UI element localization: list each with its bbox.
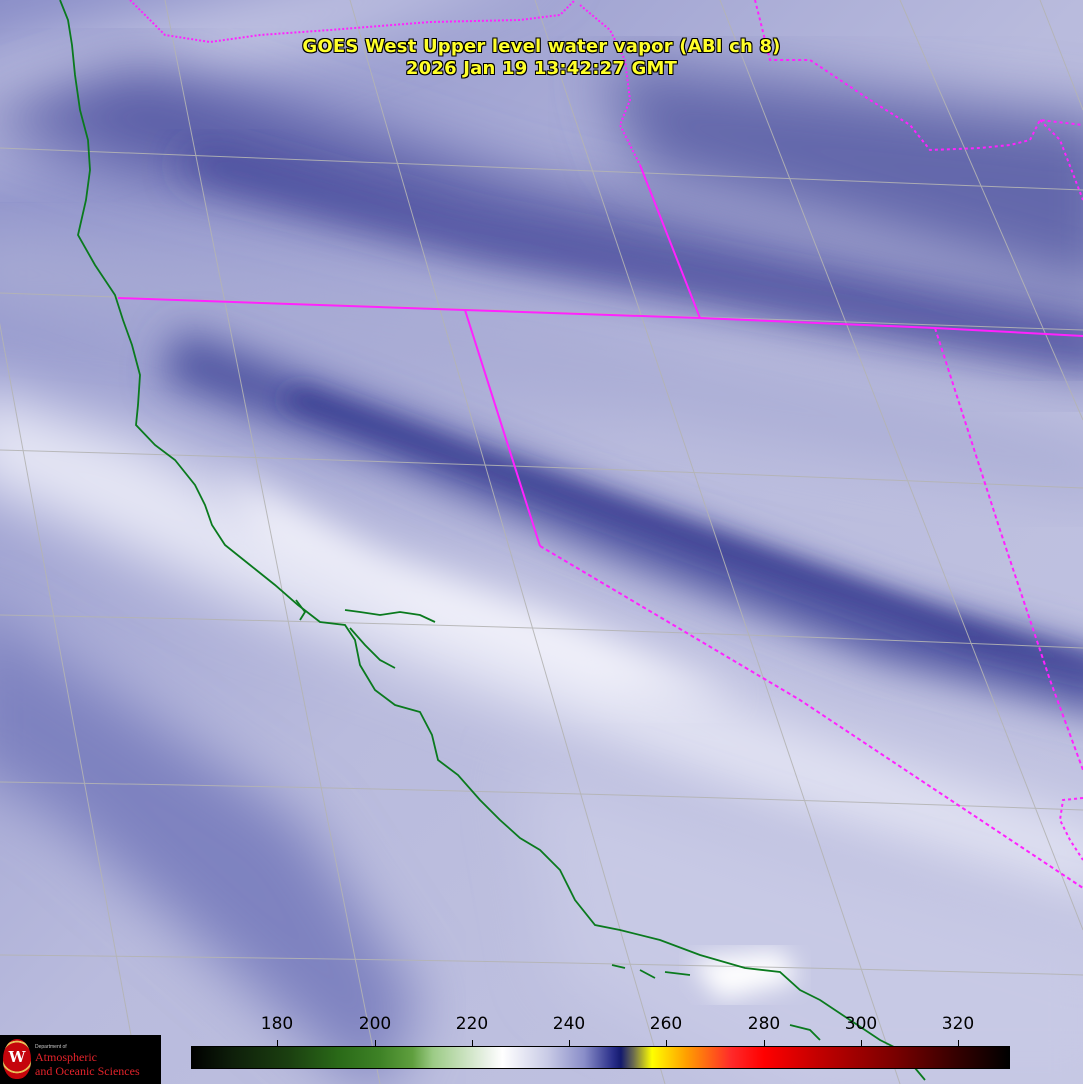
colorbar-tick-mark (861, 1040, 862, 1046)
aos-logo: W Department of Atmospheric and Oceanic … (0, 1035, 161, 1084)
colorbar-tick-label: 180 (260, 1014, 294, 1034)
colorbar (191, 1046, 1010, 1069)
colorbar-tick-label: 320 (941, 1014, 975, 1034)
colorbar-tick-mark (764, 1040, 765, 1046)
colorbar-tick-label: 300 (844, 1014, 878, 1034)
colorbar-tick-mark (569, 1040, 570, 1046)
colorbar-tick-mark (472, 1040, 473, 1046)
colorbar-tick-mark (277, 1040, 278, 1046)
colorbar-tick-label: 200 (358, 1014, 392, 1034)
colorbar-tick-mark (375, 1040, 376, 1046)
image-title: GOES West Upper level water vapor (ABI c… (302, 36, 781, 57)
logo-line1: Atmospheric (35, 1050, 97, 1064)
colorbar-tick-mark (958, 1040, 959, 1046)
colorbar-tick-label: 260 (649, 1014, 683, 1034)
uw-crest-icon: W (3, 1039, 31, 1079)
colorbar-tick-label: 240 (552, 1014, 586, 1034)
colorbar-tick-label: 280 (747, 1014, 781, 1034)
logo-line2: and Oceanic Sciences (35, 1064, 140, 1078)
water-vapor-imagery (0, 0, 1083, 1084)
colorbar-tick-label: 220 (455, 1014, 489, 1034)
image-timestamp: 2026 Jan 19 13:42:27 GMT (405, 58, 678, 79)
water-vapor-map (0, 0, 1083, 1084)
colorbar-tick-mark (666, 1040, 667, 1046)
